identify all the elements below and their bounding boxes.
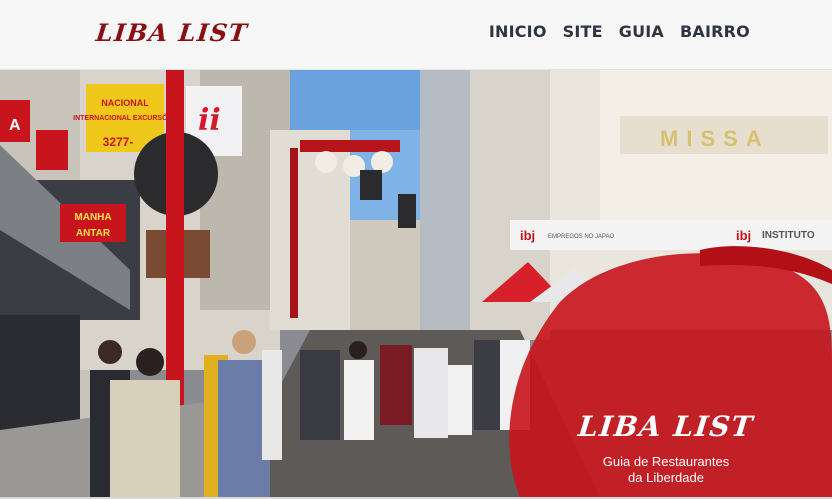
sign-text-a: A bbox=[9, 117, 21, 134]
sign-text-instituto: INSTITUTO bbox=[762, 230, 815, 241]
sign-text-ibj-right: ibj bbox=[736, 228, 751, 243]
sign-text-excursoes: INTERNACIONAL EXCURSÕES bbox=[73, 113, 177, 122]
sign-text-phone: 3277- bbox=[103, 135, 134, 149]
main-nav: INICIO SITE GUIA BAIRRO bbox=[489, 22, 750, 41]
hero-title: LIBA LIST bbox=[576, 410, 756, 443]
hero-subtitle: Guia de Restaurantes da Liberdade bbox=[574, 454, 758, 486]
nav-bairro[interactable]: BAIRRO bbox=[680, 22, 750, 41]
sign-text-nacional: NACIONAL bbox=[101, 98, 149, 108]
hero-banner: NACIONAL INTERNACIONAL EXCURSÕES 3277- A… bbox=[0, 70, 832, 497]
sign-text-ii: ii bbox=[198, 103, 221, 138]
nav-inicio[interactable]: INICIO bbox=[489, 22, 547, 41]
sign-text-antar: ANTAR bbox=[76, 228, 111, 239]
site-logo[interactable]: LIBA LIST bbox=[94, 18, 249, 47]
sign-text-missa: MISSA bbox=[660, 126, 770, 151]
hero-subtitle-line2: da Liberdade bbox=[628, 470, 704, 485]
nav-guia[interactable]: GUIA bbox=[619, 22, 664, 41]
hero-subtitle-line1: Guia de Restaurantes bbox=[602, 454, 730, 469]
nav-site[interactable]: SITE bbox=[563, 22, 603, 41]
sign-text-empregos: EMPREGOS NO JAPAO bbox=[548, 234, 615, 240]
site-header: LIBA LIST INICIO SITE GUIA BAIRRO bbox=[0, 0, 832, 70]
sign-text-manha: MANHA bbox=[74, 212, 111, 223]
sign-text-ibj-left: ibj bbox=[520, 228, 535, 243]
